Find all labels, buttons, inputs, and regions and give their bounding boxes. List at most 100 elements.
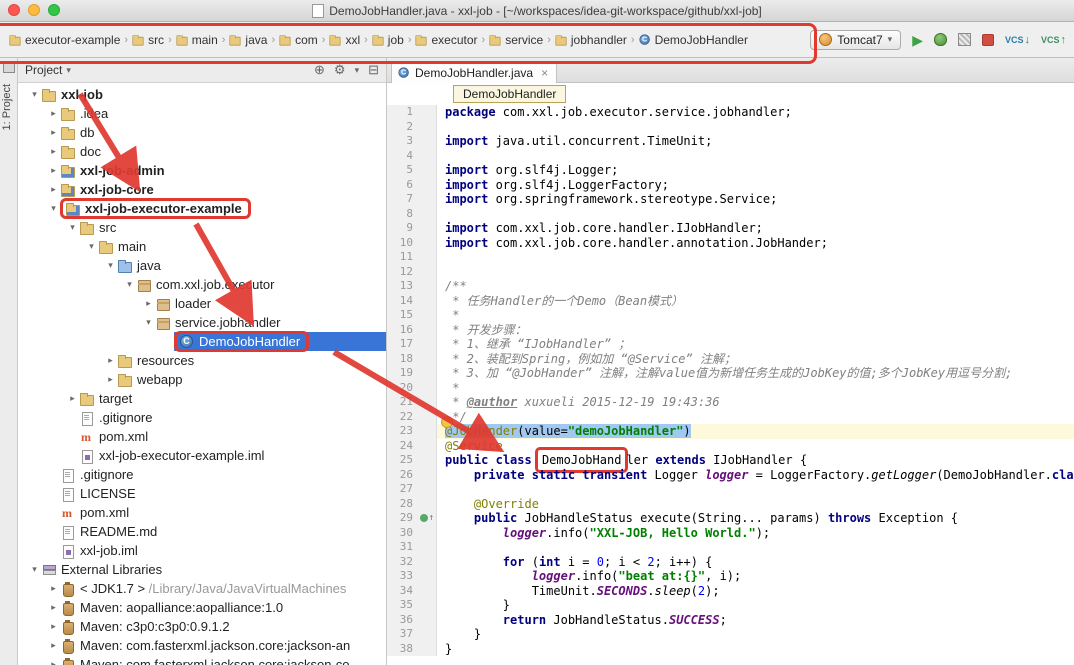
editor-gutter[interactable]: 29↑ — [387, 511, 437, 526]
editor-gutter[interactable]: 11 — [387, 250, 437, 265]
run-configuration-select[interactable]: Tomcat7 ▾ — [810, 30, 901, 50]
close-tab-icon[interactable]: × — [541, 66, 548, 80]
line-number[interactable]: 38 — [387, 642, 413, 657]
override-marker-icon[interactable]: ↑ — [429, 511, 434, 526]
line-number[interactable]: 31 — [387, 540, 413, 555]
editor-gutter[interactable]: 3 — [387, 134, 437, 149]
tree-item-maven-aopalliance-aopalliance-1-0[interactable]: ▸Maven: aopalliance:aopalliance:1.0 — [18, 598, 386, 617]
editor-gutter[interactable]: 6 — [387, 178, 437, 193]
tree-item-java[interactable]: ▾java — [18, 256, 386, 275]
tree-item-xxl-job-executor-example[interactable]: ▾xxl-job-executor-example — [18, 199, 386, 218]
code-line-13[interactable]: 13/** — [387, 279, 1074, 294]
debug-button[interactable] — [934, 33, 947, 46]
editor-gutter[interactable]: 8 — [387, 207, 437, 222]
breadcrumb-item-job[interactable]: job — [369, 31, 407, 49]
editor-gutter[interactable]: 30 — [387, 526, 437, 541]
line-number[interactable]: 27 — [387, 482, 413, 497]
line-number[interactable]: 26 — [387, 468, 413, 483]
editor-gutter[interactable]: 32 — [387, 555, 437, 570]
editor-gutter[interactable]: 15 — [387, 308, 437, 323]
line-number[interactable]: 13 — [387, 279, 413, 294]
vcs-update-button[interactable]: VCS↓ — [1005, 34, 1030, 46]
tree-item-resources[interactable]: ▸resources — [18, 351, 386, 370]
code-line-2[interactable]: 2 — [387, 120, 1074, 135]
line-number[interactable]: 2 — [387, 120, 413, 135]
line-number[interactable]: 11 — [387, 250, 413, 265]
expand-arrow-icon[interactable]: ▸ — [104, 374, 117, 385]
editor-gutter[interactable]: 25 — [387, 453, 437, 468]
tree-item-com-xxl-job-executor[interactable]: ▾com.xxl.job.executor — [18, 275, 386, 294]
code-line-10[interactable]: 10import com.xxl.job.core.handler.annota… — [387, 236, 1074, 251]
minimize-window-button[interactable] — [28, 4, 40, 16]
tree-item-pom-xml[interactable]: pom.xml — [18, 503, 386, 522]
expand-arrow-icon[interactable]: ▸ — [47, 621, 60, 632]
tree-item-pom-xml[interactable]: pom.xml — [18, 427, 386, 446]
line-number[interactable]: 10 — [387, 236, 413, 251]
breadcrumb-item-executor-example[interactable]: executor-example — [6, 31, 123, 49]
line-number[interactable]: 35 — [387, 598, 413, 613]
expand-arrow-icon[interactable]: ▸ — [47, 659, 60, 665]
breadcrumb-item-main[interactable]: main — [173, 31, 221, 49]
expand-arrow-icon[interactable]: ▸ — [47, 640, 60, 651]
code-line-31[interactable]: 31 — [387, 540, 1074, 555]
code-line-26[interactable]: 26 private static transient Logger logge… — [387, 468, 1074, 483]
editor-gutter[interactable]: 12 — [387, 265, 437, 280]
breadcrumb-item-java[interactable]: java — [226, 31, 270, 49]
collapse-arrow-icon[interactable]: ▾ — [28, 89, 41, 100]
line-number[interactable]: 36 — [387, 613, 413, 628]
expand-arrow-icon[interactable]: ▸ — [47, 165, 60, 176]
expand-arrow-icon[interactable]: ▸ — [47, 184, 60, 195]
breadcrumb-item-service[interactable]: service — [486, 31, 546, 49]
coverage-button[interactable] — [958, 33, 971, 46]
code-editor[interactable]: 1package com.xxl.job.executor.service.jo… — [387, 105, 1074, 665]
code-line-25[interactable]: 25public class DemoJobHandler extends IJ… — [387, 453, 1074, 468]
line-number[interactable]: 16 — [387, 323, 413, 338]
line-number[interactable]: 18 — [387, 352, 413, 367]
editor-gutter[interactable]: 27 — [387, 482, 437, 497]
settings-gear-button[interactable]: ⚙ — [334, 62, 346, 78]
editor-gutter[interactable]: 33 — [387, 569, 437, 584]
code-line-33[interactable]: 33 logger.info("beat at:{}", i); — [387, 569, 1074, 584]
code-line-5[interactable]: 5import org.slf4j.Logger; — [387, 163, 1074, 178]
editor-gutter[interactable]: 37 — [387, 627, 437, 642]
line-number[interactable]: 14 — [387, 294, 413, 309]
editor-gutter[interactable]: 13 — [387, 279, 437, 294]
line-number[interactable]: 32 — [387, 555, 413, 570]
code-line-3[interactable]: 3import java.util.concurrent.TimeUnit; — [387, 134, 1074, 149]
editor-gutter[interactable]: 19 — [387, 366, 437, 381]
editor-gutter[interactable]: 10 — [387, 236, 437, 251]
collapse-arrow-icon[interactable]: ▾ — [28, 564, 41, 575]
code-line-9[interactable]: 9import com.xxl.job.core.handler.IJobHan… — [387, 221, 1074, 236]
line-number[interactable]: 3 — [387, 134, 413, 149]
tree-item-main[interactable]: ▾main — [18, 237, 386, 256]
tree-item-gitignore[interactable]: .gitignore — [18, 408, 386, 427]
line-number[interactable]: 15 — [387, 308, 413, 323]
line-number[interactable]: 25 — [387, 453, 413, 468]
expand-arrow-icon[interactable]: ▸ — [104, 355, 117, 366]
tree-item-doc[interactable]: ▸doc — [18, 142, 386, 161]
editor-gutter[interactable]: 1 — [387, 105, 437, 120]
editor-gutter[interactable]: 22 — [387, 410, 437, 425]
line-number[interactable]: 6 — [387, 178, 413, 193]
tree-item-webapp[interactable]: ▸webapp — [18, 370, 386, 389]
line-number[interactable]: 12 — [387, 265, 413, 280]
tree-item-xxl-job-iml[interactable]: xxl-job.iml — [18, 541, 386, 560]
code-line-15[interactable]: 15 * — [387, 308, 1074, 323]
code-line-16[interactable]: 16 * 开发步骤： — [387, 323, 1074, 338]
line-number[interactable]: 33 — [387, 569, 413, 584]
code-line-4[interactable]: 4 — [387, 149, 1074, 164]
tree-item-gitignore[interactable]: .gitignore — [18, 465, 386, 484]
code-line-29[interactable]: 29↑ public JobHandleStatus execute(Strin… — [387, 511, 1074, 526]
editor-gutter[interactable]: 20 — [387, 381, 437, 396]
collapse-arrow-icon[interactable]: ▾ — [104, 260, 117, 271]
line-number[interactable]: 7 — [387, 192, 413, 207]
code-line-35[interactable]: 35 } — [387, 598, 1074, 613]
line-number[interactable]: 17 — [387, 337, 413, 352]
expand-arrow-icon[interactable]: ▸ — [47, 146, 60, 157]
code-line-7[interactable]: 7import org.springframework.stereotype.S… — [387, 192, 1074, 207]
collapse-arrow-icon[interactable]: ▾ — [66, 222, 79, 233]
line-number[interactable]: 22 — [387, 410, 413, 425]
tree-item-maven-c3p0-c3p0-0-9-1-2[interactable]: ▸Maven: c3p0:c3p0:0.9.1.2 — [18, 617, 386, 636]
code-line-36[interactable]: 36 return JobHandleStatus.SUCCESS; — [387, 613, 1074, 628]
line-number[interactable]: 37 — [387, 627, 413, 642]
